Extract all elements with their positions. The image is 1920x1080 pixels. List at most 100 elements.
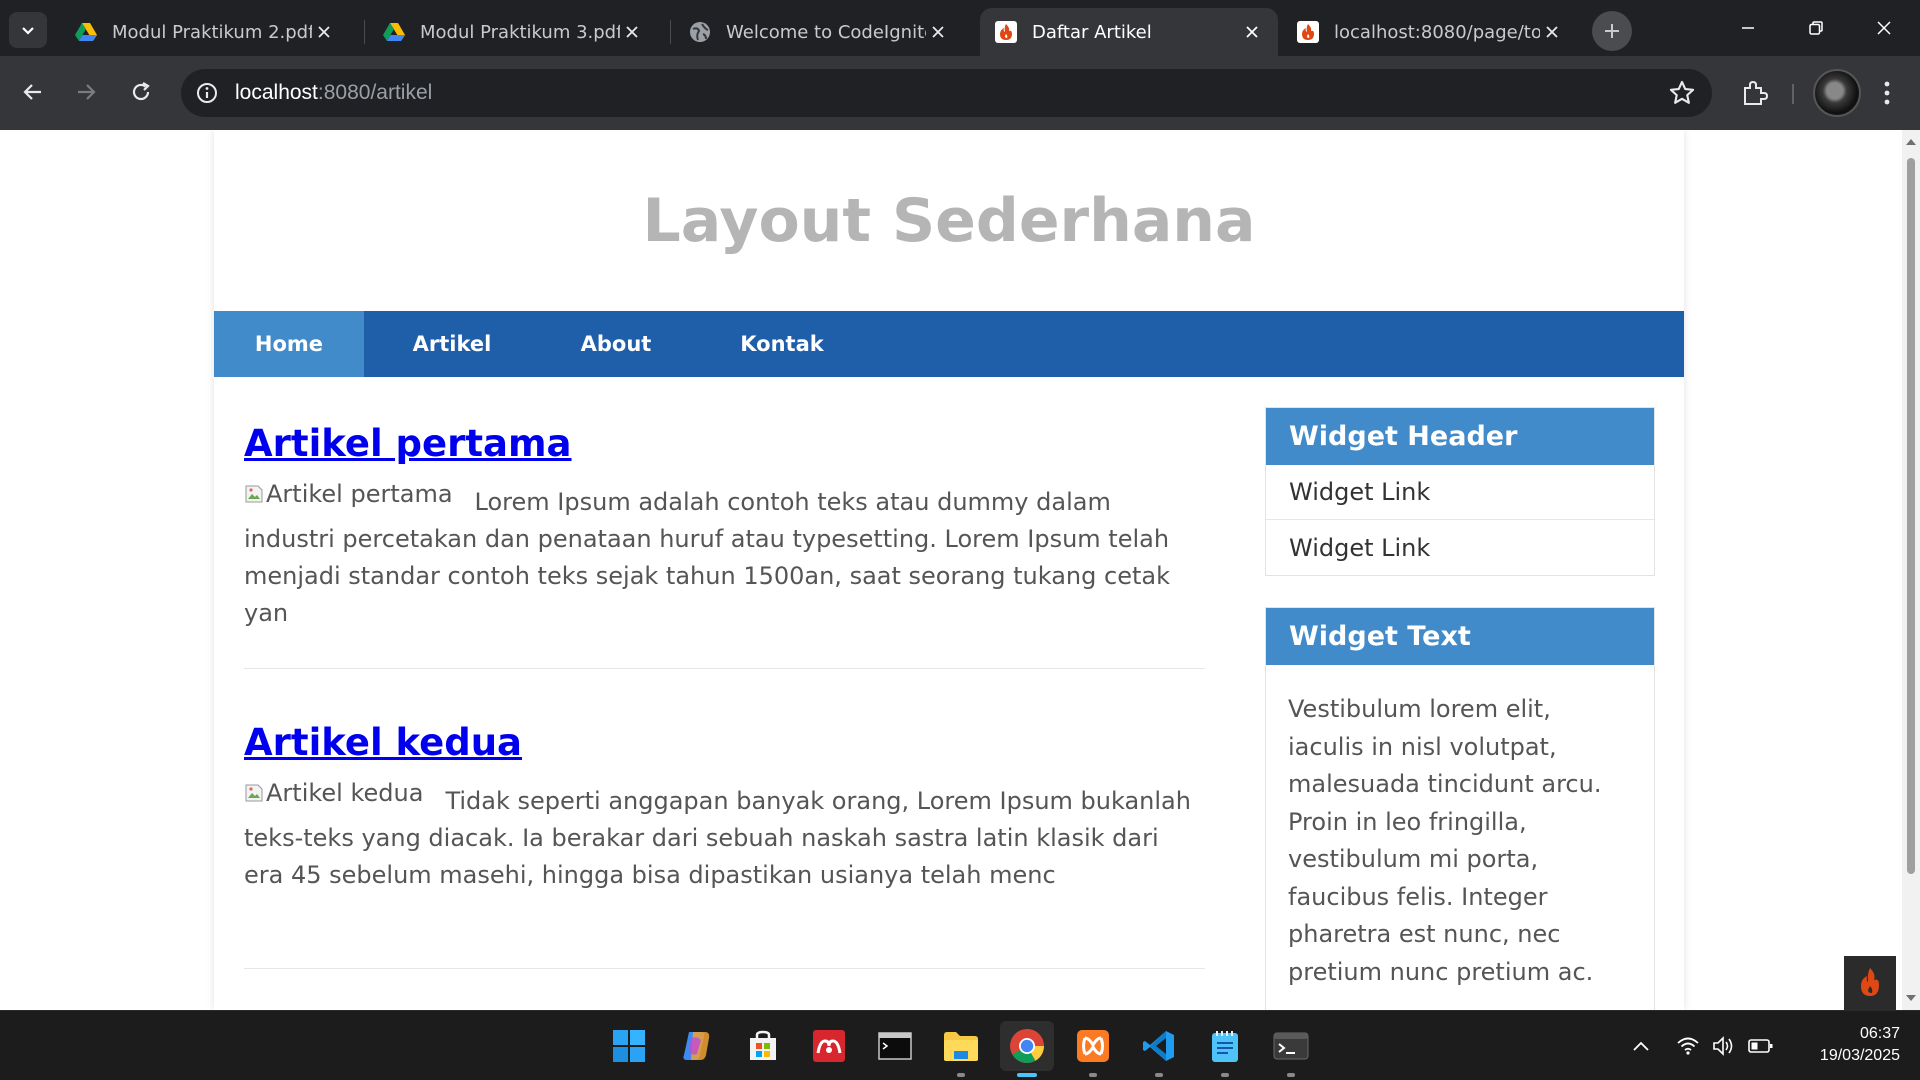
restore-icon [1809, 21, 1823, 35]
tab-title: Welcome to CodeIgniter [726, 21, 926, 43]
forward-button[interactable] [66, 72, 106, 112]
page-viewport: Layout Sederhana Home Artikel About Kont… [0, 130, 1902, 1010]
scroll-thumb[interactable] [1907, 158, 1915, 874]
terminal-icon [878, 1032, 912, 1060]
taskbar-indicator [1264, 1073, 1318, 1079]
tab-title: localhost:8080/page/tos/ [1334, 21, 1540, 43]
tab-title: Daftar Artikel [1032, 21, 1152, 43]
vscode-icon [1143, 1031, 1174, 1061]
tab-page-tos[interactable]: localhost:8080/page/tos/ [1282, 8, 1578, 56]
mendeley-app[interactable] [802, 1021, 856, 1071]
tab-daftar-artikel[interactable]: Daftar Artikel [980, 8, 1278, 56]
address-bar[interactable]: localhost:8080/artikel [181, 69, 1712, 117]
windows-terminal-app[interactable] [1264, 1021, 1318, 1071]
start-button[interactable] [602, 1021, 656, 1071]
microsoft-store-app[interactable] [736, 1021, 790, 1071]
notepad-app[interactable] [1198, 1021, 1252, 1071]
new-tab-button[interactable] [1592, 11, 1632, 51]
broken-image-icon [245, 784, 263, 802]
wifi-icon[interactable] [1676, 1036, 1700, 1056]
codeigniter-icon [1861, 968, 1879, 996]
more-menu-icon[interactable] [1878, 78, 1896, 108]
google-drive-icon [382, 20, 406, 44]
tab-strip: Modul Praktikum 2.pdf - Modul Praktikum … [0, 0, 1920, 56]
reload-icon [132, 82, 150, 101]
article-excerpt-block: Artikel kedua Tidak seperti anggapan ban… [244, 779, 1205, 894]
battery-icon[interactable] [1748, 1038, 1774, 1054]
article-image: Artikel pertama [244, 476, 453, 512]
tab-title: Modul Praktikum 3.pdf - [420, 21, 620, 43]
widget-text-body: Vestibulum lorem elit, iaculis in nisl v… [1288, 695, 1602, 986]
widget-link[interactable]: Widget Link [1266, 520, 1654, 575]
xampp-app[interactable] [1066, 1021, 1120, 1071]
tab-modul-2[interactable]: Modul Praktikum 2.pdf - [60, 8, 350, 56]
nav-kontak[interactable]: Kontak [692, 311, 872, 377]
system-clock[interactable]: 06:37 19/03/2025 [1790, 1023, 1900, 1067]
notepad-icon [1212, 1031, 1238, 1062]
article-item: Artikel kedua Artikel kedua Tidak sepert… [244, 719, 1205, 894]
close-window-button[interactable] [1856, 6, 1912, 50]
widget-links: Widget Header Widget Link Widget Link [1265, 407, 1655, 576]
taskbar-indicator [934, 1073, 988, 1079]
file-explorer-app[interactable] [934, 1021, 988, 1071]
close-icon[interactable] [926, 20, 950, 44]
codeigniter-debug-toolbar-button[interactable] [1844, 956, 1896, 1010]
nav-artikel[interactable]: Artikel [364, 311, 540, 377]
scroll-down-arrow-icon[interactable] [1905, 992, 1917, 1004]
article-divider [244, 668, 1205, 669]
article-excerpt-block: Artikel pertama Lorem Ipsum adalah conto… [244, 480, 1205, 632]
widget-header: Widget Header [1266, 408, 1654, 465]
close-icon[interactable] [312, 20, 336, 44]
extensions-puzzle-icon[interactable] [1740, 78, 1770, 108]
tab-separator [670, 20, 671, 44]
url-host: localhost [235, 81, 318, 104]
article-divider [244, 968, 1205, 969]
article-image: Artikel kedua [244, 775, 423, 811]
vscode-app[interactable] [1132, 1021, 1186, 1071]
tab-separator [364, 20, 365, 44]
page-scrollbar[interactable] [1902, 130, 1920, 1010]
chevron-up-icon[interactable] [1632, 1039, 1650, 1053]
browser-toolbar: localhost:8080/artikel [0, 56, 1920, 130]
site-nav: Home Artikel About Kontak [214, 311, 1684, 377]
close-icon [1877, 21, 1891, 35]
windows-terminal-icon [1273, 1032, 1309, 1060]
bookmark-star-icon[interactable] [1668, 79, 1696, 107]
restore-button[interactable] [1788, 6, 1844, 50]
article-title-link[interactable]: Artikel kedua [244, 719, 522, 767]
back-button[interactable] [13, 72, 53, 112]
widget-link[interactable]: Widget Link [1266, 465, 1654, 520]
minimize-button[interactable] [1720, 6, 1776, 50]
tab-title: Modul Praktikum 2.pdf - [112, 21, 312, 43]
tab-search-button[interactable] [9, 12, 47, 48]
windows-start-icon [613, 1030, 645, 1062]
taskbar-indicator [1132, 1073, 1186, 1079]
volume-icon[interactable] [1712, 1036, 1738, 1056]
tab-modul-3[interactable]: Modul Praktikum 3.pdf - [368, 8, 658, 56]
arrow-left-icon [23, 84, 41, 100]
tab-welcome-codeigniter[interactable]: Welcome to CodeIgniter [674, 8, 964, 56]
close-icon[interactable] [620, 20, 644, 44]
widget-text: Widget Text Vestibulum lorem elit, iacul… [1265, 607, 1655, 1010]
close-icon[interactable] [1240, 20, 1264, 44]
info-icon[interactable] [195, 81, 219, 105]
globe-icon [688, 20, 712, 44]
nav-home[interactable]: Home [214, 311, 364, 377]
scroll-up-arrow-icon[interactable] [1905, 136, 1917, 148]
article-image-alt: Artikel kedua [266, 779, 424, 807]
chrome-app[interactable] [1000, 1021, 1054, 1071]
file-explorer-icon [944, 1032, 978, 1061]
toolbar-separator [1792, 84, 1794, 104]
arrow-right-icon [78, 84, 96, 100]
article-title-link[interactable]: Artikel pertama [244, 420, 572, 468]
profile-avatar[interactable] [1813, 69, 1861, 117]
nav-about[interactable]: About [540, 311, 692, 377]
widget-header: Widget Text [1266, 608, 1654, 665]
codeigniter-icon [994, 20, 1018, 44]
reload-button[interactable] [121, 72, 161, 112]
copilot-app[interactable] [670, 1021, 724, 1071]
close-icon[interactable] [1540, 20, 1564, 44]
clock-time: 06:37 [1859, 1025, 1900, 1042]
site-title: Layout Sederhana [642, 186, 1256, 256]
terminal-app[interactable] [868, 1021, 922, 1071]
